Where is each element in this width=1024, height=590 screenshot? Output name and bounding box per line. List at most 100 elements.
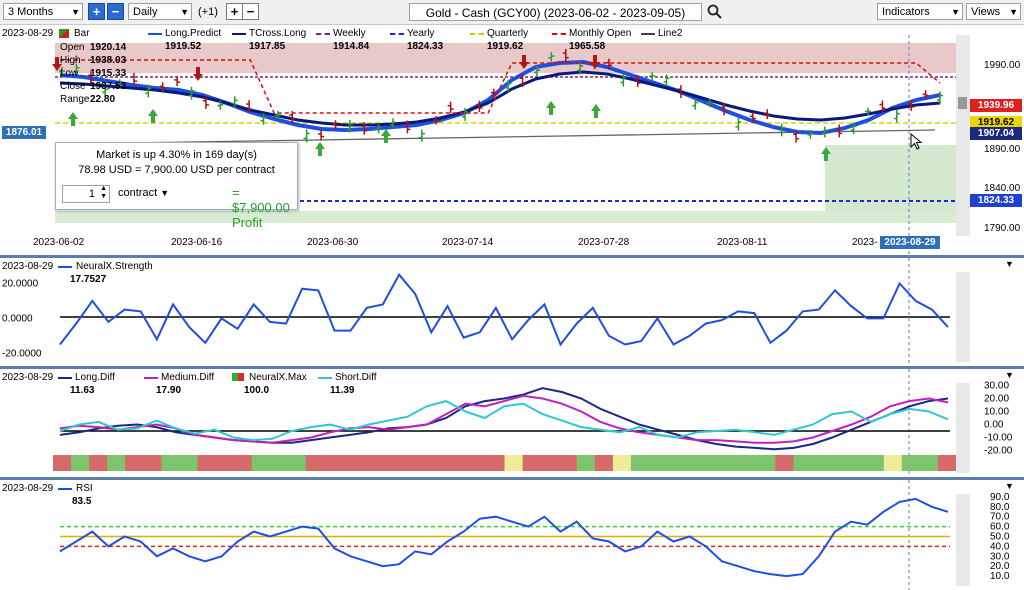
legend-name: Monthly Open	[569, 28, 632, 39]
neuralx-max-cell	[576, 455, 596, 471]
strength-value: 17.7527	[70, 274, 107, 285]
diff-series-group	[59, 387, 949, 451]
y-tick-label: 20.0000	[2, 278, 39, 289]
legend-value: 1917.85	[249, 41, 286, 52]
price-pane: 1990.001940.001890.001840.001790.00 2023…	[0, 25, 1024, 256]
indicators-menu[interactable]: Indicators ▼	[877, 3, 963, 20]
buy-arrow-icon	[546, 101, 556, 115]
neuralx-max-cell	[305, 455, 325, 471]
buy-arrow-icon	[591, 104, 601, 118]
neuralx-max-cell	[251, 455, 271, 471]
stepper-icon[interactable]: ▲ ▼	[100, 185, 107, 201]
neuralx-max-cell	[594, 455, 614, 471]
collapse-pane-icon[interactable]: ▼	[1005, 259, 1014, 269]
price-scrollbar[interactable]	[956, 35, 970, 236]
legend-value: 11.39	[330, 385, 355, 396]
y-tick-label: -20.0000	[2, 348, 42, 359]
buy-arrow-icon	[381, 129, 391, 143]
legend-name: Yearly	[407, 28, 435, 39]
strength-scrollbar[interactable]	[956, 272, 970, 362]
legend-value: 100.0	[244, 385, 270, 396]
bar-type-label: Bar	[74, 28, 90, 39]
neuralx-max-cell	[937, 455, 957, 471]
price-tag: 1907.04	[970, 127, 1022, 140]
legend-value: 1919.52	[165, 41, 202, 52]
legend-name: Long.Diff	[75, 372, 115, 383]
neuralx-max-cell	[721, 455, 740, 471]
neuralx-max-cell	[414, 455, 433, 471]
legend-swatch	[318, 377, 332, 379]
buy-arrow-icon	[315, 142, 325, 156]
legend-name: Weekly	[333, 28, 366, 39]
offset-plus-button[interactable]: +	[226, 3, 243, 20]
offset-label: (+1)	[198, 6, 218, 18]
views-menu[interactable]: Views ▼	[966, 3, 1021, 20]
range-select[interactable]: 3 Months ▼	[3, 3, 83, 20]
neuralx-max-cell	[378, 455, 397, 471]
diff-pane: 30.00 20.00 10.00 0.00 -10.00 -20.00 2023-08-…	[0, 369, 1024, 477]
collapse-pane-icon[interactable]: ▼	[1005, 481, 1014, 491]
search-icon[interactable]	[707, 4, 723, 20]
zoom-out-button[interactable]: −	[107, 3, 124, 20]
ohlc-value: 22.80	[90, 94, 116, 105]
neuralx-max-cell	[558, 455, 578, 471]
bar-type-icon	[59, 29, 69, 38]
zoom-in-button[interactable]: +	[88, 3, 105, 20]
legend-name: NeuralX.Max	[249, 372, 307, 383]
neuralx-max-cell	[739, 455, 758, 471]
neuralx-max-cell	[649, 455, 668, 471]
strength-chart[interactable]: 20.0000 0.0000 -20.0000	[0, 258, 1024, 366]
legend-value: 1914.84	[333, 41, 370, 52]
legend-name: Short.Diff	[335, 372, 377, 383]
y-tick-label: 1990.00	[984, 60, 1021, 71]
rsi-line	[59, 497, 949, 578]
neuralx-max-cell	[396, 455, 415, 471]
neuralx-max-cell	[143, 455, 162, 471]
buy-arrow-icon	[68, 112, 78, 126]
diff-date: 2023-08-29	[2, 372, 54, 383]
neuralx-max-cell	[901, 455, 921, 471]
y-tick-label: 10.0	[990, 571, 1010, 582]
collapse-pane-icon[interactable]: ▼	[1005, 370, 1014, 380]
neuralx-max-cell	[522, 455, 542, 471]
rsi-scrollbar[interactable]	[956, 494, 970, 586]
interval-select[interactable]: Daily ▼	[128, 3, 192, 20]
cursor-date-tag: 2023-08-29	[880, 236, 940, 249]
legend-name: Long.Predict	[165, 28, 222, 39]
unit-value: contract	[118, 187, 158, 199]
legend-value: 11.63	[70, 385, 95, 396]
legend-name: Line2	[658, 28, 683, 39]
toolbar: 3 Months ▼ + − Daily ▼ (+1) + − Gold - Cas…	[0, 0, 1024, 25]
price-scroll-thumb[interactable]	[958, 97, 967, 109]
neuralx-max-cell	[486, 455, 505, 471]
legend-swatch	[316, 33, 330, 37]
per-contract-text: 78.98 USD = 7,900.00 USD per contract	[78, 164, 275, 176]
neuralx-max-cell	[360, 455, 379, 471]
mouse-cursor-icon	[910, 133, 923, 150]
diff-scrollbar[interactable]	[956, 383, 970, 473]
neuralx-max-cell	[757, 455, 776, 471]
strength-series-group	[59, 272, 949, 347]
contract-quantity-input[interactable]: 1 ▲ ▼	[62, 185, 110, 203]
contract-unit-select[interactable]: contract ▼	[118, 187, 169, 199]
rsi-levels-group	[60, 525, 950, 548]
neuralx-max-cell	[107, 455, 126, 471]
neuralx-max-cell	[829, 455, 849, 471]
long-diff-line	[59, 387, 949, 451]
ohlc-value: 1915.33	[90, 68, 127, 79]
indicators-label: Indicators	[882, 6, 930, 18]
neuralx-max-cell	[197, 455, 217, 471]
neuralx-max-cell	[775, 455, 794, 471]
rsi-chart[interactable]: 90.080.070.060.050.040.030.020.010.0	[0, 480, 1024, 590]
legend-swatch	[552, 33, 566, 37]
legend-value: 1824.33	[407, 41, 444, 52]
diff-chart[interactable]: 30.00 20.00 10.00 0.00 -10.00 -20.00	[0, 369, 1024, 477]
chart-title[interactable]: Gold - Cash (GCY00) (2023-06-02 - 2023-0…	[409, 3, 702, 21]
y-tick-label: 10.00	[984, 407, 1009, 418]
offset-minus-button[interactable]: −	[242, 3, 259, 20]
legend-swatch	[58, 266, 72, 268]
price-date: 2023-08-29	[2, 28, 54, 39]
price-chart[interactable]: 1990.001940.001890.001840.001790.00 2023…	[0, 25, 1024, 256]
y-tick-label: 1890.00	[984, 144, 1021, 155]
x-tick-label: 2023-07-28	[578, 237, 630, 248]
